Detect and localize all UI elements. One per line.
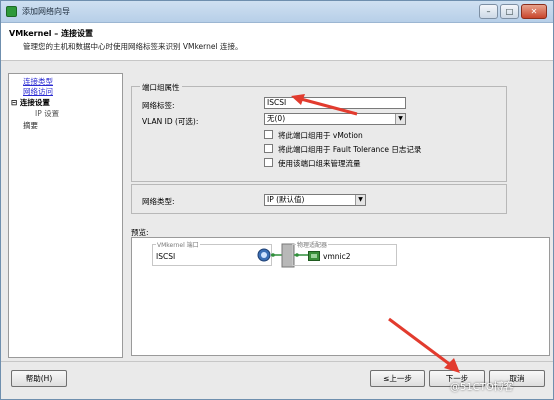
step-ip-settings: IP 设置 bbox=[35, 109, 60, 118]
back-button[interactable]: ≤上一步 bbox=[370, 370, 425, 387]
nic-name: vmnic2 bbox=[323, 252, 351, 261]
help-button[interactable]: 帮助(H) bbox=[11, 370, 67, 387]
add-network-wizard-window: 添加网络向导 – □ ✕ VMkernel – 连接设置 管理您的主机和数据中心… bbox=[0, 0, 554, 400]
minimize-button[interactable]: – bbox=[479, 4, 498, 19]
chevron-down-icon: ▼ bbox=[355, 195, 365, 205]
fault-tolerance-checkbox-label: 将此端口组用于 Fault Tolerance 日志记录 bbox=[278, 145, 422, 154]
wizard-header: VMkernel – 连接设置 管理您的主机和数据中心时使用网络标签来识别 VM… bbox=[1, 23, 553, 61]
page-title: VMkernel – 连接设置 bbox=[9, 29, 94, 38]
wizard-steps-nav: 连接类型 网络访问 ⊟ 连接设置 IP 设置 摘要 bbox=[8, 73, 123, 358]
step-network-access[interactable]: 网络访问 bbox=[23, 86, 53, 97]
network-type-value: IP (默认值) bbox=[267, 195, 305, 204]
physical-adapter-caption: 物理适配器 bbox=[296, 240, 329, 249]
preview-panel: VMkernel 端口 ISCSI 物理适配器 vmnic2 bbox=[131, 237, 550, 356]
port-group-properties: 端口组属性 网络标签: ISCSI VLAN ID (可选): 无(0) ▼ 将… bbox=[131, 82, 507, 182]
network-type-select[interactable]: IP (默认值) ▼ bbox=[264, 194, 366, 206]
port-group-legend: 端口组属性 bbox=[140, 82, 182, 93]
vmkernel-port-icon bbox=[257, 248, 271, 262]
network-adapter-icon bbox=[308, 251, 320, 261]
step-connection-settings-label: 连接设置 bbox=[19, 98, 50, 107]
vmkernel-port-caption: VMkernel 端口 bbox=[156, 240, 200, 249]
network-type-group: 网络类型: IP (默认值) ▼ bbox=[131, 184, 507, 214]
collapse-icon[interactable]: ⊟ bbox=[11, 98, 17, 107]
maximize-button[interactable]: □ bbox=[500, 4, 519, 19]
vlan-id-caption: VLAN ID (可选): bbox=[142, 117, 199, 126]
network-label-input[interactable]: ISCSI bbox=[264, 97, 406, 109]
management-traffic-checkbox-label: 使用该端口组来管理流量 bbox=[278, 159, 361, 168]
main-content: 端口组属性 网络标签: ISCSI VLAN ID (可选): 无(0) ▼ 将… bbox=[123, 73, 550, 358]
step-summary: 摘要 bbox=[23, 121, 38, 130]
wizard-app-icon bbox=[6, 6, 17, 17]
page-subtitle: 管理您的主机和数据中心时使用网络标签来识别 VMkernel 连接。 bbox=[23, 42, 243, 51]
title-bar[interactable]: 添加网络向导 – □ ✕ bbox=[1, 1, 553, 23]
vmotion-checkbox-label: 将此端口组用于 vMotion bbox=[278, 131, 363, 140]
footer-divider bbox=[1, 361, 553, 362]
vmotion-checkbox[interactable] bbox=[264, 130, 273, 139]
vlan-id-value: 无(0) bbox=[267, 114, 286, 123]
watermark: @51CTO博客 bbox=[450, 382, 514, 393]
step-connection-settings: ⊟ 连接设置 bbox=[11, 97, 50, 108]
chevron-down-icon: ▼ bbox=[395, 114, 405, 124]
management-traffic-checkbox[interactable] bbox=[264, 158, 273, 167]
close-button[interactable]: ✕ bbox=[521, 4, 547, 19]
window-title: 添加网络向导 bbox=[22, 7, 70, 16]
fault-tolerance-checkbox[interactable] bbox=[264, 144, 273, 153]
network-type-caption: 网络类型: bbox=[142, 197, 175, 206]
port-group-name: ISCSI bbox=[156, 252, 176, 261]
network-label-caption: 网络标签: bbox=[142, 101, 175, 110]
vlan-id-select[interactable]: 无(0) ▼ bbox=[264, 113, 406, 125]
